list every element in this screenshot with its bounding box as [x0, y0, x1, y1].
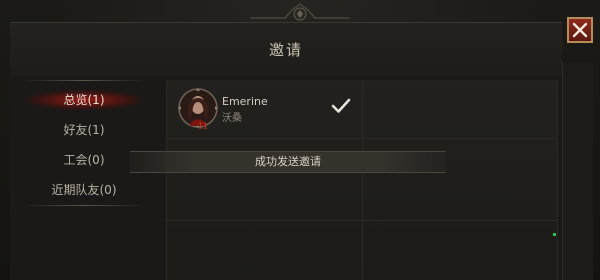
close-icon: [572, 22, 588, 38]
tab-label: 好友(1): [63, 123, 105, 137]
tab-label: 总览(1): [63, 93, 105, 107]
tab-friends[interactable]: 好友(1): [22, 118, 146, 142]
close-button[interactable]: [567, 17, 593, 43]
toast-message: 成功发送邀请: [130, 151, 446, 173]
tab-overview[interactable]: 总览(1): [22, 88, 146, 112]
tab-guild[interactable]: 工会(0): [22, 148, 146, 172]
tab-recent-teammates[interactable]: 近期队友(0): [22, 178, 146, 202]
player-level: 11: [198, 122, 208, 131]
category-sidebar: 总览(1) 好友(1) 工会(0) 近期队友(0): [22, 80, 146, 210]
tab-label: 近期队友(0): [51, 183, 117, 197]
divider: [22, 205, 146, 206]
dialog-title: 邀请: [268, 41, 303, 59]
player-name: Emerine: [222, 95, 268, 108]
player-subtitle: 沃桑: [222, 113, 242, 124]
grid-line: [167, 220, 557, 221]
check-icon: [331, 98, 351, 113]
level-badge: 11: [198, 122, 208, 131]
grid-line: [167, 138, 557, 139]
status-indicator: [553, 233, 556, 236]
title-bar: 邀请: [10, 22, 562, 78]
tab-label: 工会(0): [63, 153, 105, 167]
scroll-edge: [562, 62, 593, 280]
divider: [22, 80, 146, 81]
invite-window: 邀请 总览(1) 好友(1) 工会(0) 近期队友(0) Emerine 沃桑 …: [0, 0, 600, 280]
